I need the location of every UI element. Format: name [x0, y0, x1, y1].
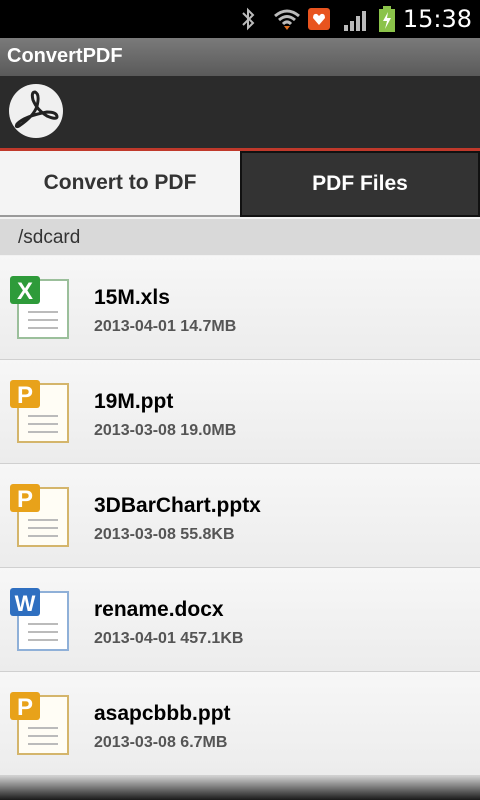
status-bar: 15:38 [0, 0, 480, 38]
list-item[interactable]: P 19M.ppt 2013-03-08 19.0MB [0, 360, 480, 464]
current-path: /sdcard [18, 227, 81, 248]
file-name: asapcbbb.ppt [94, 702, 231, 725]
excel-file-icon: X [10, 276, 69, 339]
powerpoint-file-icon: P [10, 484, 69, 547]
list-item[interactable]: P asapcbbb.ppt 2013-03-08 6.7MB [0, 672, 480, 776]
file-meta: 2013-04-01 457.1KB [94, 630, 244, 647]
file-name: 15M.xls [94, 286, 170, 309]
svg-text:P: P [17, 382, 33, 409]
app-header [0, 76, 480, 151]
svg-text:W: W [15, 591, 36, 616]
powerpoint-file-icon: P [10, 380, 69, 443]
tab-convert-to-pdf[interactable]: Convert to PDF [0, 151, 240, 217]
file-list: X 15M.xls 2013-04-01 14.7MB P 19M.ppt 20… [0, 256, 480, 776]
list-item[interactable]: W rename.docx 2013-04-01 457.1KB [0, 568, 480, 672]
bluetooth-icon [242, 7, 255, 31]
title-bar: ConvertPDF [0, 38, 480, 76]
file-meta: 2013-03-08 55.8KB [94, 526, 235, 543]
tab-bar: Convert to PDF PDF Files [0, 151, 480, 219]
notification-icon [308, 8, 330, 30]
file-name: 3DBarChart.pptx [94, 494, 261, 517]
path-bar: /sdcard [0, 219, 480, 255]
powerpoint-file-icon: P [10, 692, 69, 755]
file-meta: 2013-04-01 14.7MB [94, 318, 237, 335]
tab-pdf-files[interactable]: PDF Files [240, 151, 480, 217]
svg-text:P: P [17, 486, 33, 513]
file-meta: 2013-03-08 6.7MB [94, 734, 228, 751]
list-item[interactable]: P 3DBarChart.pptx 2013-03-08 55.8KB [0, 464, 480, 568]
word-file-icon: W [10, 588, 69, 651]
file-name: 19M.ppt [94, 390, 174, 413]
app-title: ConvertPDF [7, 45, 123, 67]
list-item[interactable]: X 15M.xls 2013-04-01 14.7MB [0, 256, 480, 360]
battery-icon [379, 6, 395, 32]
clock: 15:38 [402, 5, 472, 33]
file-name: rename.docx [94, 598, 224, 621]
file-meta: 2013-03-08 19.0MB [94, 422, 237, 439]
wifi-icon [274, 9, 300, 30]
svg-text:X: X [17, 278, 33, 305]
adobe-pdf-logo-icon [9, 84, 63, 138]
bottom-edge [0, 776, 480, 800]
svg-text:P: P [17, 694, 33, 721]
signal-icon [344, 11, 366, 31]
